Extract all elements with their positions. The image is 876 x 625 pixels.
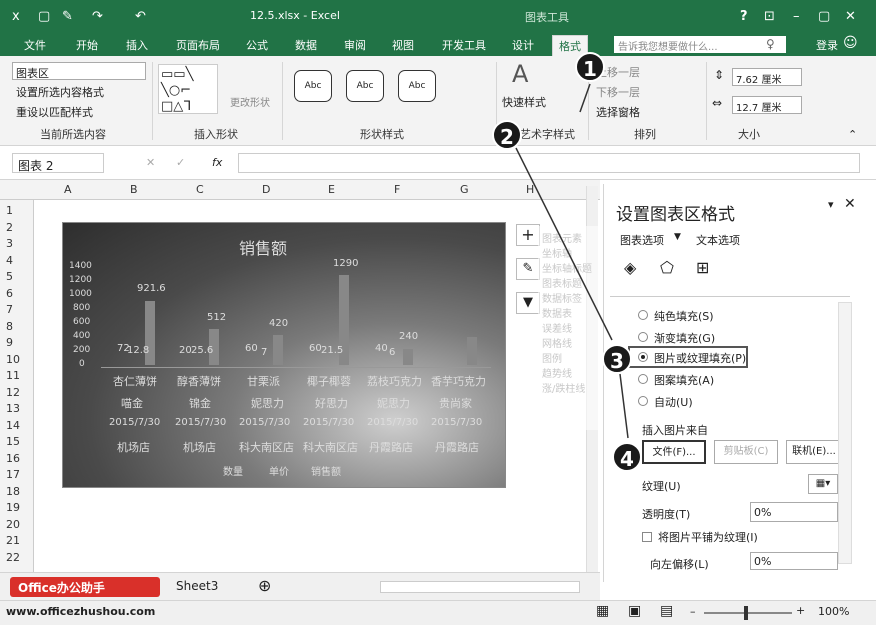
page-break-icon[interactable]: ▤ — [660, 603, 673, 619]
normal-view-icon[interactable]: ▦ — [596, 603, 609, 619]
zoom-thumb[interactable] — [744, 606, 748, 620]
watermark-url: www.officezhushou.com — [6, 605, 156, 618]
zoom-slider[interactable] — [704, 612, 792, 614]
office-logo-badge: Office办公助手 — [10, 577, 160, 597]
zoom-out-icon[interactable]: – — [690, 605, 696, 618]
status-bar: www.officezhushou.com ▦ ▣ ▤ – + 100% — [0, 600, 876, 625]
add-sheet-icon[interactable]: ⊕ — [258, 576, 271, 595]
annotation-arrows — [515, 83, 629, 439]
zoom-in-icon[interactable]: + — [796, 604, 805, 617]
zoom-level[interactable]: 100% — [818, 605, 849, 618]
sheet-tab-sheet3[interactable]: Sheet3 — [176, 579, 218, 593]
sheet-tab-bar: Office办公助手 Sheet3 ⊕ — [0, 572, 600, 600]
page-layout-icon[interactable]: ▣ — [628, 603, 641, 619]
horizontal-scrollbar[interactable] — [380, 581, 580, 593]
